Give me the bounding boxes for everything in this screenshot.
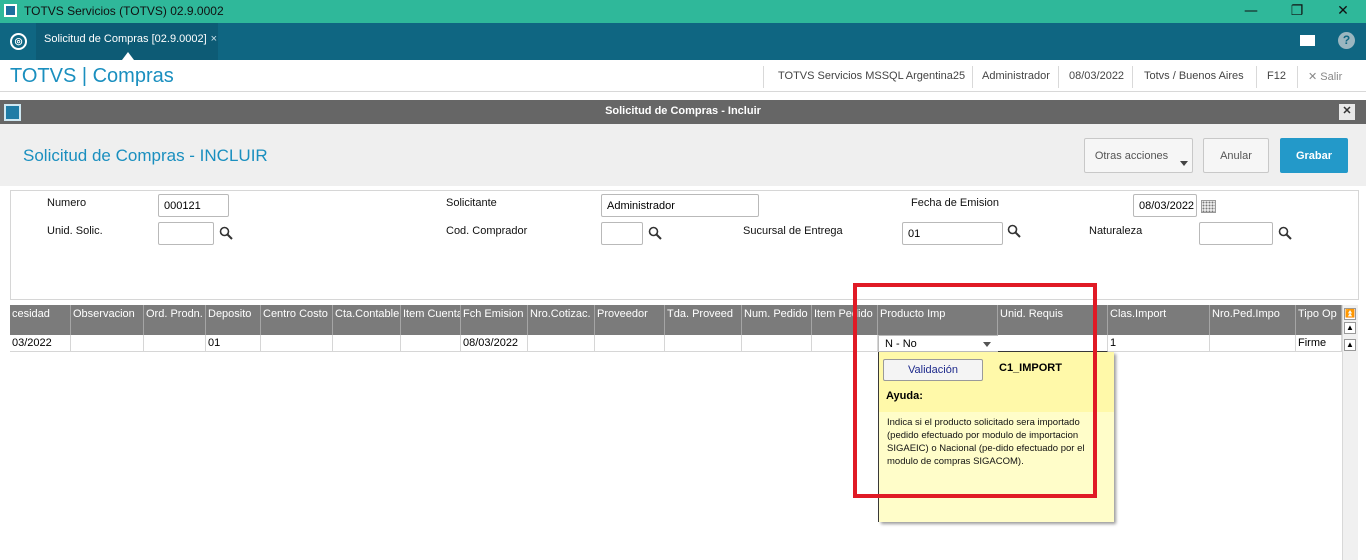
scroll-top-icon[interactable]: ⏫ [1344, 308, 1356, 320]
divider [1256, 66, 1257, 88]
fecha-label: Fecha de Emision [911, 197, 1000, 209]
unid-solic-label: Unid. Solic. [47, 225, 103, 237]
column-header[interactable]: Num. Pedido [742, 305, 812, 335]
user-name[interactable]: Administrador [982, 70, 1050, 82]
chevron-down-icon [1180, 161, 1188, 166]
grabar-button[interactable]: Grabar [1280, 138, 1348, 173]
column-header[interactable]: Nro.Cotizac. [528, 305, 595, 335]
exit-label: Salir [1320, 71, 1343, 83]
f12-shortcut[interactable]: F12 [1267, 70, 1286, 82]
column-header[interactable]: Clas.Import [1108, 305, 1210, 335]
fecha-emision-input[interactable]: 08/03/2022 [1133, 194, 1197, 217]
tab-label: Solicitud de Compras [02.9.0002] [44, 33, 207, 45]
app-icon [4, 4, 17, 17]
column-header[interactable]: Deposito [206, 305, 261, 335]
sucursal-entrega-input[interactable]: 01 [902, 222, 1003, 245]
otras-acciones-label: Otras acciones [1094, 150, 1169, 162]
grid-cell[interactable]: 03/2022 [10, 335, 71, 352]
divider [1132, 66, 1133, 88]
totvs-logo-icon[interactable]: ◎ [10, 33, 27, 50]
timezone[interactable]: Totvs / Buenos Aires [1144, 70, 1244, 82]
grid-cell[interactable] [261, 335, 333, 352]
solicitante-input[interactable]: Administrador [601, 194, 759, 217]
mail-icon[interactable] [1300, 35, 1315, 46]
highlight-box [853, 283, 1097, 498]
items-grid[interactable]: cesidad Observacion Ord. Prodn. Deposito… [10, 305, 1342, 560]
search-icon[interactable] [648, 226, 662, 240]
maximize-button[interactable]: ❐ [1274, 0, 1320, 23]
grid-cell[interactable] [665, 335, 742, 352]
grid-cell[interactable] [333, 335, 401, 352]
window-title-bar: TOTVS Servicios (TOTVS) 02.9.0002 — ❐ ✕ [0, 0, 1366, 23]
column-header[interactable]: Tipo Op [1296, 305, 1342, 335]
window-title: TOTVS Servicios (TOTVS) 02.9.0002 [24, 4, 224, 18]
grid-cell[interactable]: 08/03/2022 [461, 335, 528, 352]
grid-cell[interactable]: 1 [1108, 335, 1210, 352]
column-header[interactable]: Cta.Contable [333, 305, 401, 335]
grid-cell[interactable] [71, 335, 144, 352]
close-tab-icon[interactable]: × [211, 33, 217, 45]
grid-cell[interactable] [528, 335, 595, 352]
dialog-close-button[interactable]: ✕ [1339, 104, 1355, 120]
search-icon[interactable] [1007, 224, 1021, 238]
column-header[interactable]: Proveedor [595, 305, 665, 335]
search-icon[interactable] [219, 226, 233, 240]
scroll-up-icon[interactable]: ▲ [1344, 339, 1356, 351]
naturaleza-input[interactable] [1199, 222, 1273, 245]
calendar-icon[interactable] [1201, 200, 1216, 213]
anular-button[interactable]: Anular [1203, 138, 1269, 173]
module-brand: TOTVS | Compras [10, 65, 174, 87]
tabs-bar: ◎ Solicitud de Compras [02.9.0002] × ? [0, 23, 1366, 60]
tab-indicator [122, 52, 134, 60]
column-header[interactable]: Nro.Ped.Impo [1210, 305, 1296, 335]
column-header[interactable]: Fch Emision [461, 305, 528, 335]
divider [763, 66, 764, 88]
exit-icon: ✕ [1308, 71, 1318, 83]
numero-label: Numero [47, 197, 87, 209]
base-date[interactable]: 08/03/2022 [1069, 70, 1124, 82]
grid-cell[interactable] [742, 335, 812, 352]
column-header[interactable]: cesidad [10, 305, 71, 335]
grid-cell[interactable] [144, 335, 206, 352]
column-header[interactable]: Centro Costo [261, 305, 333, 335]
grid-cell[interactable]: Firme [1296, 335, 1342, 352]
divider [1058, 66, 1059, 88]
minimize-button[interactable]: — [1228, 0, 1274, 23]
solicitante-label: Solicitante [446, 197, 497, 209]
grid-cell[interactable] [401, 335, 461, 352]
help-icon[interactable]: ? [1338, 32, 1355, 49]
search-icon[interactable] [1278, 226, 1292, 240]
cod-comprador-label: Cod. Comprador [446, 225, 528, 237]
grid-cell[interactable]: 01 [206, 335, 261, 352]
cod-comprador-input[interactable] [601, 222, 643, 245]
column-header[interactable]: Observacion [71, 305, 144, 335]
naturaleza-label: Naturaleza [1089, 225, 1143, 237]
unid-solic-input[interactable] [158, 222, 214, 245]
module-header: TOTVS | Compras TOTVS Servicios MSSQL Ar… [0, 62, 1366, 92]
column-header[interactable]: Ord. Prodn. [144, 305, 206, 335]
divider [1297, 66, 1298, 88]
column-header[interactable]: Item Cuenta [401, 305, 461, 335]
numero-input[interactable]: 000121 [158, 194, 229, 217]
dialog-title-bar: Solicitud de Compras - Incluir ✕ [0, 100, 1366, 124]
scroll-up-icon[interactable]: ▲ [1344, 322, 1356, 334]
grid-cell[interactable] [595, 335, 665, 352]
server-name[interactable]: TOTVS Servicios MSSQL Argentina25 [778, 70, 965, 82]
page-title: Solicitud de Compras - INCLUIR [23, 146, 268, 165]
close-window-button[interactable]: ✕ [1320, 0, 1366, 23]
exit-button[interactable]: ✕ Salir [1308, 70, 1342, 83]
grid-cell[interactable] [1210, 335, 1296, 352]
sucursal-label: Sucursal de Entrega [743, 225, 843, 237]
dialog-title: Solicitud de Compras - Incluir [605, 105, 761, 117]
divider [972, 66, 973, 88]
otras-acciones-button[interactable]: Otras acciones [1084, 138, 1193, 173]
column-header[interactable]: Tda. Proveed [665, 305, 742, 335]
